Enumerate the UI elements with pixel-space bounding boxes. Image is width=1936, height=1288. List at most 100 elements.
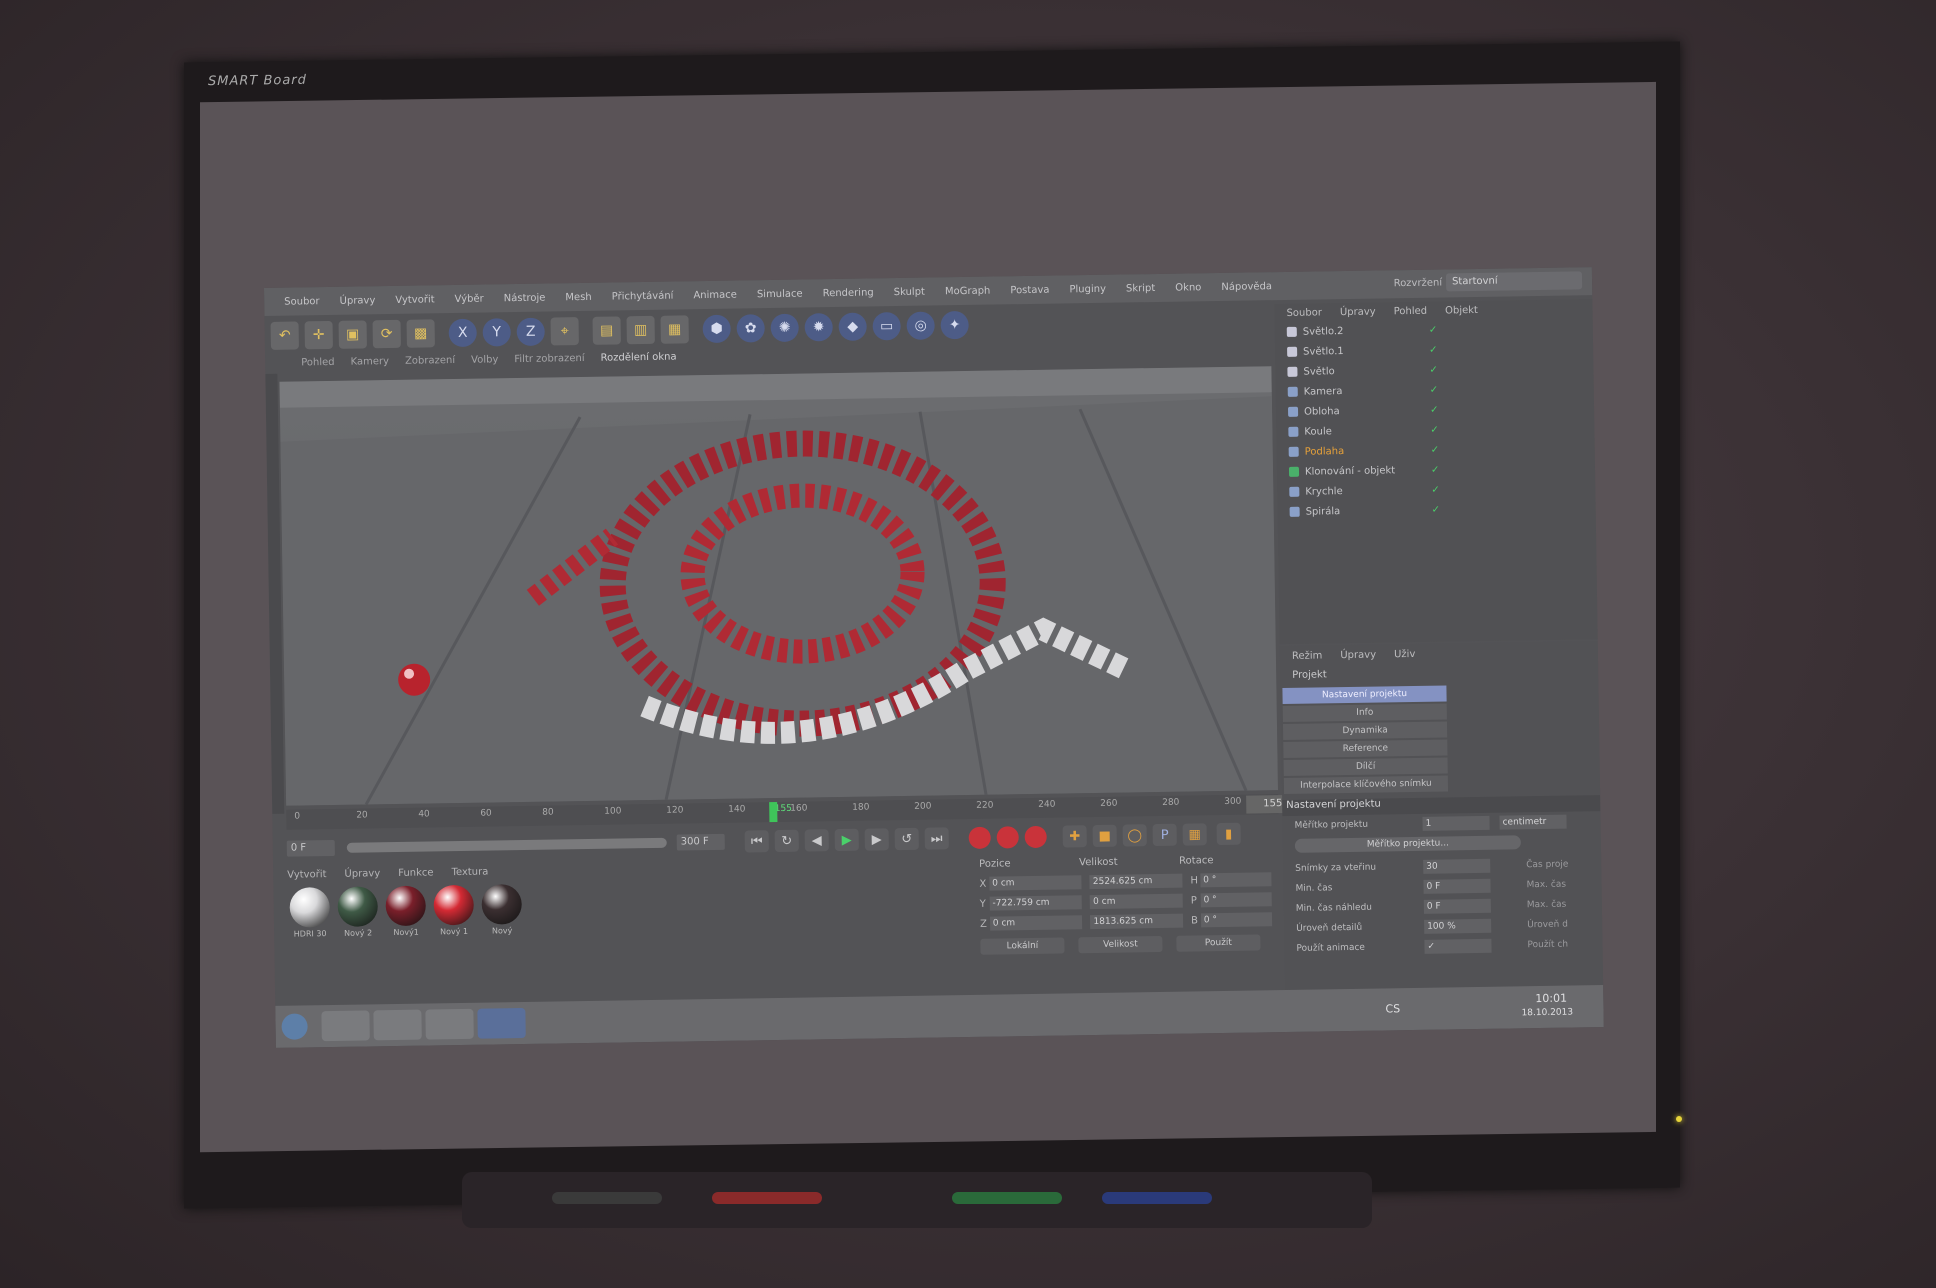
menu-item[interactable]: Úpravy [340, 295, 376, 307]
scale-icon[interactable]: ▣ [338, 320, 367, 349]
menu-item[interactable]: Skript [1126, 283, 1155, 294]
coord-mode-dropdown[interactable]: Lokální [980, 937, 1065, 955]
visibility-check-icon[interactable]: ✓ [1430, 404, 1439, 415]
material-menu-item[interactable]: Úpravy [344, 868, 380, 880]
visibility-check-icon[interactable]: ✓ [1429, 324, 1438, 335]
undo-icon[interactable]: ↶ [270, 321, 299, 350]
floor-icon[interactable]: ▭ [872, 312, 901, 341]
language-indicator[interactable]: CS [1385, 1002, 1400, 1015]
attribute-menu-item[interactable]: Režim [1292, 650, 1323, 661]
render-region-icon[interactable]: ▤ [592, 316, 621, 345]
z-axis-icon[interactable]: Z [516, 317, 545, 347]
menu-item[interactable]: Animace [693, 289, 737, 301]
pen-red[interactable] [712, 1192, 822, 1204]
select-icon[interactable]: ▩ [406, 319, 435, 348]
layout-dropdown[interactable]: Startovní [1445, 271, 1583, 292]
render-view-icon[interactable]: ▥ [626, 315, 655, 345]
parameter-key-icon[interactable]: P [1152, 823, 1177, 847]
attribute-tab[interactable]: Info [1282, 703, 1447, 723]
material-swatch[interactable]: HDRI 30 [287, 887, 332, 939]
attribute-tab[interactable]: Nastavení projektu [1282, 685, 1447, 705]
visibility-check-icon[interactable]: ✓ [1430, 424, 1439, 435]
deformer-icon[interactable]: ◆ [838, 312, 867, 341]
menu-item[interactable]: Mesh [565, 291, 591, 302]
clock-time[interactable]: 10:01 [1535, 992, 1567, 1005]
taskbar-explorer-icon[interactable] [373, 1009, 422, 1041]
start-button[interactable] [281, 1013, 308, 1040]
coord-rotation-field[interactable]: 0 ° [1200, 912, 1273, 928]
viewport-tab[interactable]: Pohled [301, 357, 335, 374]
coord-size-field[interactable]: 1813.625 cm [1090, 913, 1184, 930]
menu-item[interactable]: MoGraph [945, 285, 991, 297]
array-icon[interactable]: ✹ [804, 313, 833, 342]
point-level-icon[interactable]: ▦ [1182, 823, 1207, 846]
rotate-icon[interactable]: ⟳ [372, 319, 401, 349]
visibility-check-icon[interactable]: ✓ [1431, 444, 1440, 455]
object-menu-item[interactable]: Pohled [1394, 305, 1428, 317]
object-menu-item[interactable]: Soubor [1286, 307, 1322, 319]
menu-item[interactable]: Postava [1010, 284, 1049, 296]
goto-start-icon[interactable]: ⏮ [744, 830, 769, 853]
viewport-tab[interactable]: Kamery [351, 356, 390, 373]
attribute-value-field[interactable]: 30 [1423, 858, 1491, 874]
visibility-check-icon[interactable]: ✓ [1431, 484, 1440, 495]
material-swatch[interactable]: Nový [479, 884, 524, 936]
light-icon[interactable]: ✦ [940, 310, 969, 340]
x-axis-icon[interactable]: X [448, 318, 477, 348]
end-frame-field[interactable]: 300 F [676, 833, 725, 851]
camera-icon[interactable]: ◎ [906, 311, 935, 340]
pen-black[interactable] [552, 1192, 662, 1204]
visibility-check-icon[interactable]: ✓ [1429, 364, 1438, 375]
visibility-check-icon[interactable]: ✓ [1432, 504, 1441, 515]
visibility-check-icon[interactable]: ✓ [1430, 384, 1439, 395]
attribute-tab[interactable]: Dílčí [1283, 757, 1448, 777]
attribute-menu-item[interactable]: Úpravy [1340, 649, 1376, 661]
menu-item[interactable]: Výběr [455, 293, 484, 304]
rotation-key-icon[interactable]: ◯ [1122, 824, 1147, 847]
material-menu-item[interactable]: Vytvořit [287, 869, 326, 881]
material-menu-item[interactable]: Textura [451, 866, 488, 878]
coord-position-field[interactable]: 0 cm [989, 915, 1083, 931]
apply-button[interactable]: Použít [1176, 934, 1261, 952]
viewport-tab[interactable]: Filtr zobrazení [514, 353, 585, 370]
project-scale-unit-dropdown[interactable]: centimetr [1499, 814, 1567, 830]
play-icon[interactable]: ▶ [834, 828, 859, 852]
pen-blue[interactable] [1102, 1192, 1212, 1204]
menu-item[interactable]: Simulace [757, 288, 803, 300]
taskbar-cinema4d-icon[interactable] [477, 1007, 526, 1039]
menu-item[interactable]: Skulpt [894, 286, 925, 297]
object-menu-item[interactable]: Objekt [1445, 304, 1478, 316]
range-slider[interactable] [346, 837, 667, 853]
prev-frame-icon[interactable]: ◀ [804, 829, 829, 852]
timeline-playhead[interactable] [768, 802, 777, 823]
move-icon[interactable]: ✛ [304, 320, 333, 350]
attribute-value-field[interactable]: ✓ [1424, 938, 1492, 954]
position-key-icon[interactable]: ✚ [1062, 825, 1087, 848]
scale-key-icon[interactable]: ■ [1092, 824, 1117, 848]
object-row[interactable]: Spirála ✓ [1277, 497, 1595, 522]
object-menu-item[interactable]: Úpravy [1340, 306, 1376, 318]
menu-item[interactable]: Pluginy [1069, 283, 1106, 295]
attribute-tab[interactable]: Interpolace klíčového snímku [1283, 775, 1449, 795]
autokey-icon[interactable] [996, 826, 1019, 849]
menu-item[interactable]: Vytvořit [395, 294, 434, 306]
nurbs-icon[interactable]: ✺ [770, 313, 799, 343]
coord-position-field[interactable]: 0 cm [989, 875, 1082, 891]
attribute-menu-item[interactable]: Uživ [1394, 648, 1415, 659]
material-swatch[interactable]: Nový 1 [431, 884, 476, 937]
viewport-tab[interactable]: Volby [471, 354, 498, 370]
start-frame-field[interactable]: 0 F [286, 839, 335, 857]
material-swatch[interactable]: Nový1 [383, 885, 428, 938]
visibility-check-icon[interactable]: ✓ [1429, 344, 1438, 355]
spline-icon[interactable]: ✿ [736, 314, 765, 343]
project-scale-field[interactable]: 1 [1422, 815, 1490, 831]
coord-size-dropdown[interactable]: Velikost [1078, 935, 1163, 954]
project-scale-button[interactable]: Měřítko projektu... [1294, 835, 1521, 853]
3d-viewport[interactable] [279, 366, 1279, 806]
menu-item[interactable]: Nástroje [504, 292, 546, 304]
pen-green[interactable] [952, 1192, 1062, 1204]
attribute-value-field[interactable]: 0 F [1423, 878, 1491, 894]
attribute-tab[interactable]: Dynamika [1282, 721, 1448, 741]
coord-size-field[interactable]: 0 cm [1090, 893, 1183, 910]
record-key-icon[interactable] [968, 826, 991, 849]
